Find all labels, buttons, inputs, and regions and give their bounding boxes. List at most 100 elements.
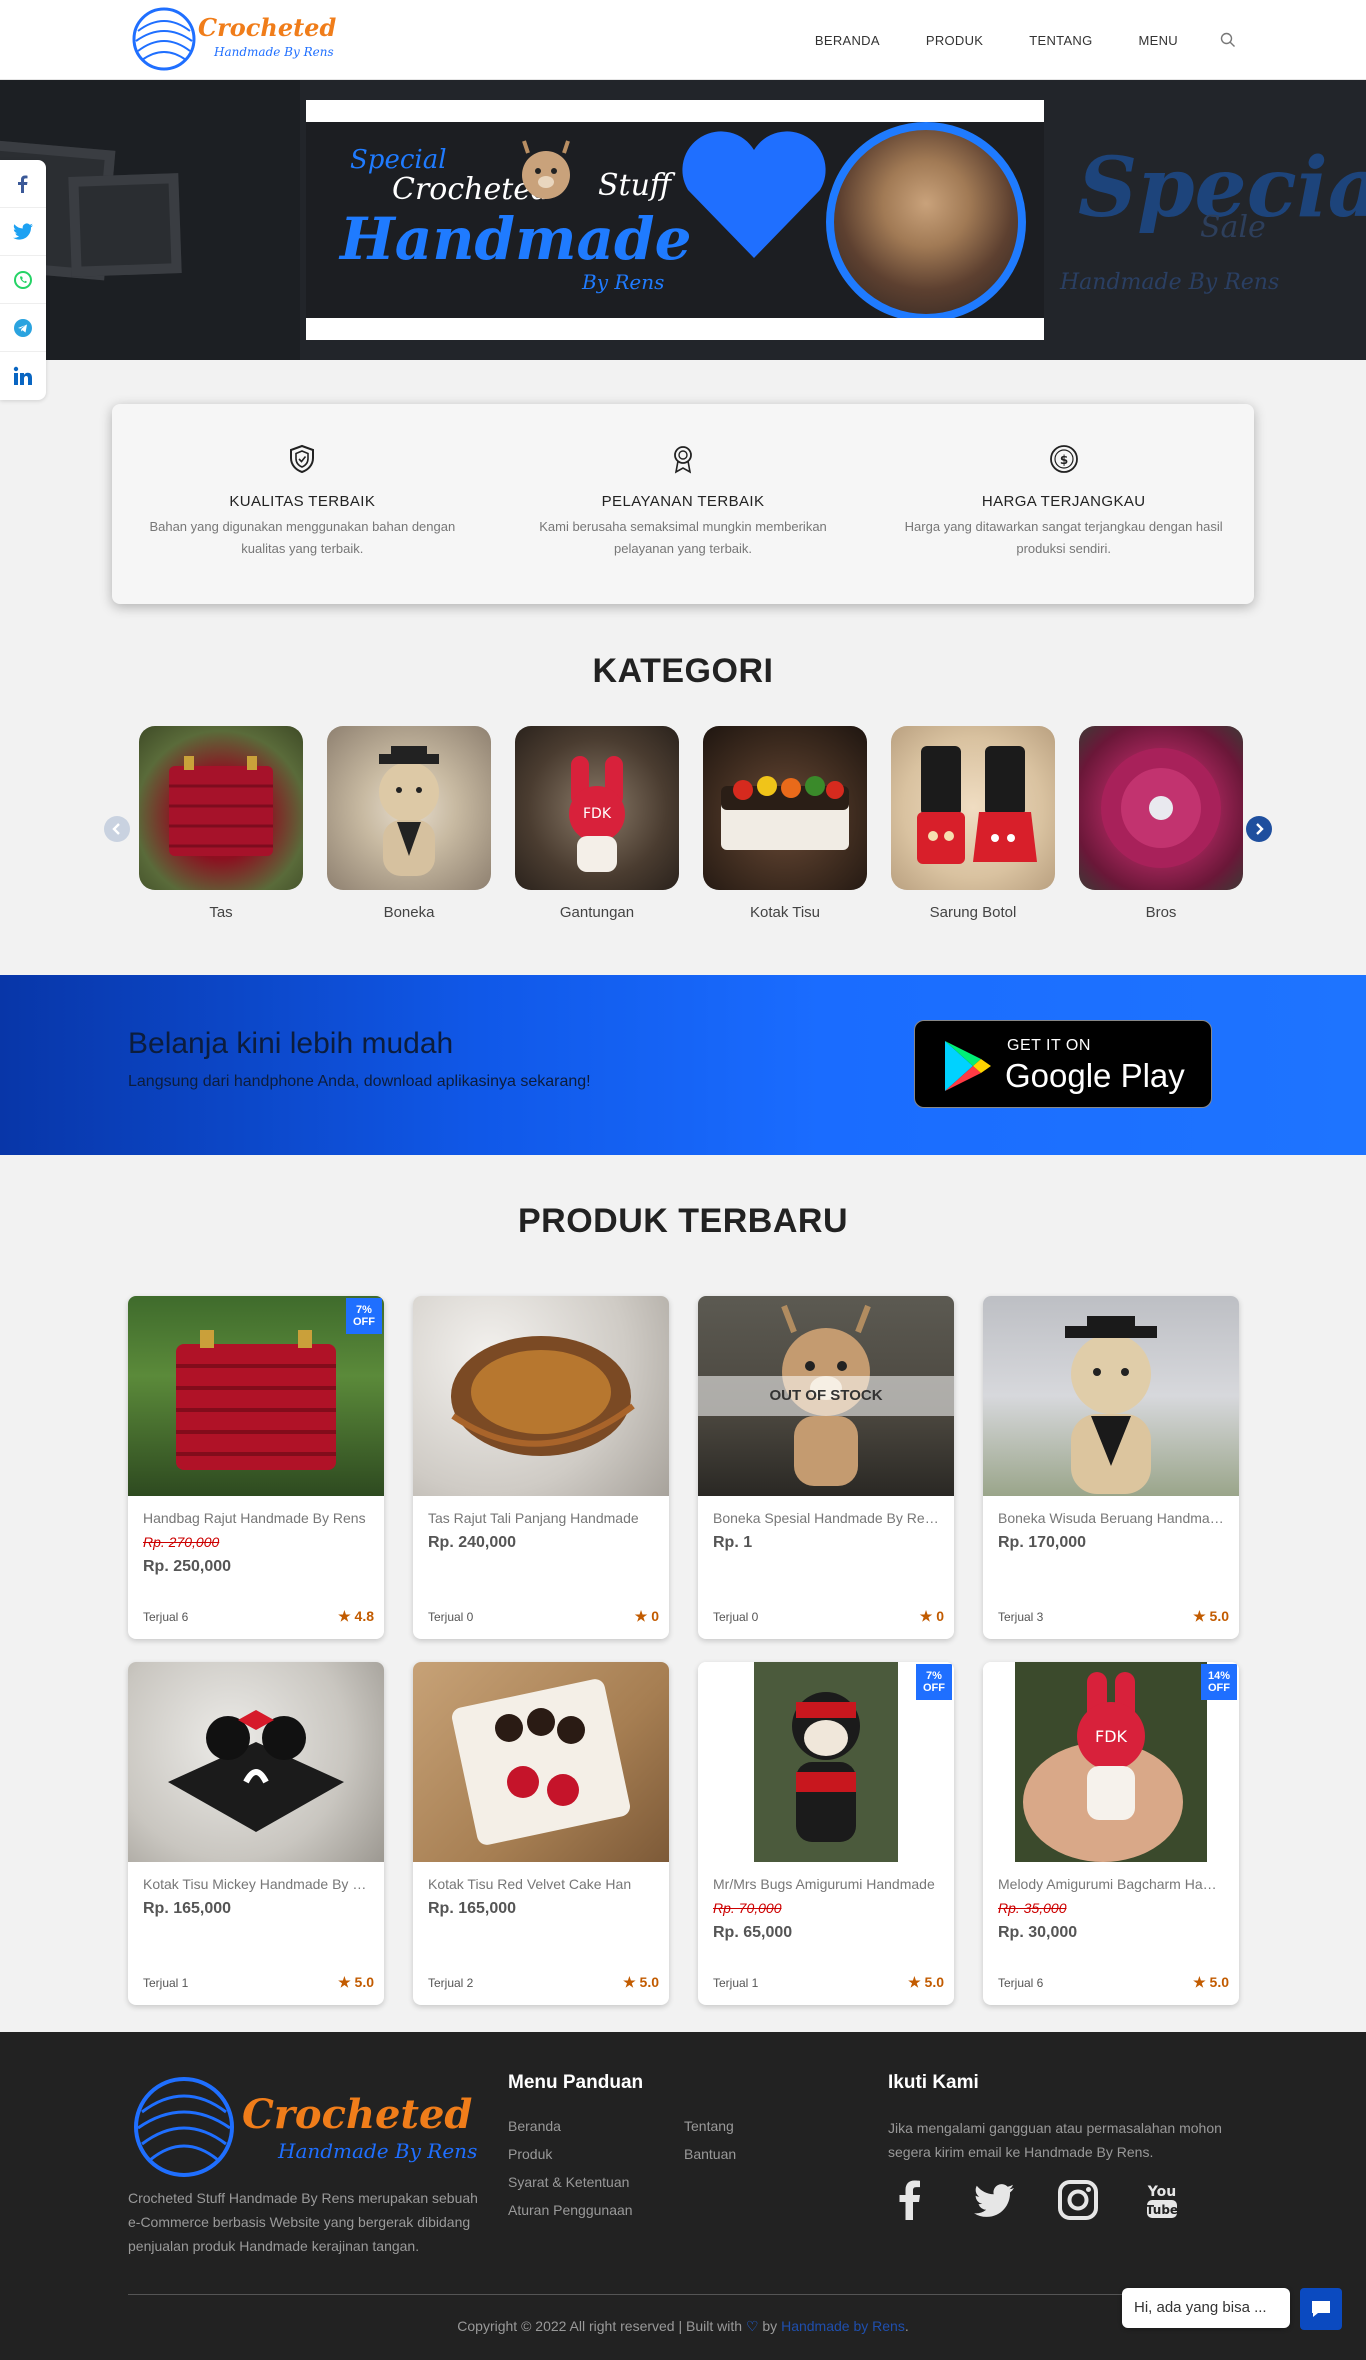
facebook-icon[interactable] — [0, 160, 46, 208]
product-price: Rp. 30,000 — [998, 1924, 1078, 1941]
carousel-prev-button[interactable] — [104, 816, 130, 842]
banner-special-text: Special — [350, 145, 447, 175]
footer-link-aturan[interactable]: Aturan Penggunaan — [508, 2202, 633, 2218]
feature-desc: Harga yang ditawarkan sangat terjangkau … — [904, 519, 1223, 556]
footer-link-syarat[interactable]: Syarat & Ketentuan — [508, 2174, 633, 2190]
product-image: OUT OF STOCK — [698, 1296, 954, 1496]
whatsapp-icon[interactable] — [0, 256, 46, 304]
footer-logo[interactable]: Crocheted Stuff Handmade By Rens — [128, 2072, 480, 2182]
star-icon: ★ — [1193, 1974, 1210, 1990]
svg-text:Handmade By Rens: Handmade By Rens — [277, 2139, 477, 2163]
linkedin-icon[interactable] — [0, 352, 46, 400]
product-card[interactable]: OUT OF STOCK Boneka Spesial Handmade By … — [698, 1296, 954, 1639]
twitter-icon[interactable] — [972, 2178, 1016, 2222]
product-card[interactable]: FDK 14% OFF Melody Amigurumi Bagcharm Han… — [983, 1662, 1239, 2005]
kategori-item-sarung-botol[interactable]: Sarung Botol — [891, 726, 1055, 936]
footer-link-produk[interactable]: Produk — [508, 2146, 633, 2162]
nav-tentang[interactable]: TENTANG — [1029, 33, 1092, 48]
copyright-by: by — [762, 2318, 778, 2334]
product-name: Boneka Spesial Handmade By Rens — [713, 1510, 939, 1526]
star-icon: ★ — [634, 1608, 652, 1624]
star-icon: ★ — [338, 1608, 355, 1624]
product-sold: Terjual 3 — [998, 1609, 1044, 1624]
star-icon: ★ — [908, 1974, 925, 1990]
product-footer: Terjual 6 ★ 5.0 — [998, 1974, 1229, 1991]
discount-badge: 7% OFF — [916, 1664, 952, 1700]
rating-value: 5.0 — [1209, 1974, 1229, 1990]
product-card[interactable]: Kotak Tisu Mickey Handmade By Rens Rp. 1… — [128, 1662, 384, 2005]
svg-text:You: You — [1147, 2184, 1176, 2200]
rating-value: 5.0 — [354, 1974, 374, 1990]
product-rating: ★ 5.0 — [338, 1974, 374, 1991]
kategori-item-gantungan[interactable]: FDK Gantungan — [515, 726, 679, 936]
kategori-image — [327, 726, 491, 890]
rating-value: 4.8 — [354, 1608, 374, 1624]
app-download-banner: Belanja kini lebih mudah Langsung dari h… — [0, 975, 1366, 1155]
instagram-icon[interactable] — [1056, 2178, 1100, 2222]
product-footer: Terjual 1 ★ 5.0 — [713, 1974, 944, 1991]
chat-button[interactable] — [1300, 2288, 1342, 2330]
product-footer: Terjual 0 ★ 0 — [428, 1608, 659, 1625]
kategori-item-bros[interactable]: Bros — [1079, 726, 1243, 936]
feature-desc: Bahan yang digunakan menggunakan bahan d… — [149, 519, 456, 556]
navbar: Crocheted Stuff Handmade By Rens BERANDA… — [0, 0, 1366, 80]
twitter-icon[interactable] — [0, 208, 46, 256]
footer-link-beranda[interactable]: Beranda — [508, 2118, 633, 2134]
youtube-icon[interactable]: You Tube — [1140, 2178, 1184, 2222]
main-nav: BERANDA PRODUK TENTANG MENU — [769, 0, 1236, 80]
product-card[interactable]: Kotak Tisu Red Velvet Cake Han Rp. 165,0… — [413, 1662, 669, 2005]
chat-greeting-bubble[interactable]: Hi, ada yang bisa ... — [1122, 2288, 1290, 2328]
product-card[interactable]: Tas Rajut Tali Panjang Handmade Rp. 240,… — [413, 1296, 669, 1639]
google-play-button[interactable]: GET IT ON Google Play — [914, 1020, 1212, 1108]
banner-handmade-text: Handmade — [340, 205, 692, 273]
product-card[interactable]: 7% OFF Handbag Rajut Handmade By Rens Rp.… — [128, 1296, 384, 1639]
rating-value: 0 — [651, 1608, 659, 1624]
footer-social-icons: You Tube — [888, 2178, 1224, 2222]
product-name: Mr/Mrs Bugs Amigurumi Handmade — [713, 1876, 935, 1892]
copyright-end: . — [904, 2318, 909, 2334]
brand-logo[interactable]: Crocheted Stuff Handmade By Rens — [128, 6, 338, 72]
feature-title: HARGA TERJANGKAU — [981, 493, 1146, 510]
product-card[interactable]: 7% OFF Mr/Mrs Bugs Amigurumi Handmade Rp.… — [698, 1662, 954, 2005]
kategori-item-boneka[interactable]: Boneka — [327, 726, 491, 936]
footer-link-bantuan[interactable]: Bantuan — [684, 2146, 736, 2162]
produk-title: PRODUK TERBARU — [518, 1202, 848, 1240]
feature-title: KUALITAS TERBAIK — [229, 493, 376, 510]
product-sold: Terjual 6 — [998, 1975, 1044, 1990]
deer-doll-icon — [522, 140, 570, 199]
svg-text:FDK: FDK — [583, 806, 612, 822]
rating-value: 5.0 — [1209, 1608, 1229, 1624]
discount-badge: 7% OFF — [346, 1298, 382, 1334]
footer-menu-title: Menu Panduan — [508, 2072, 644, 2093]
hero-banner[interactable]: Special Crocheted Stuff Handmade By Rens — [306, 100, 1044, 340]
kategori-label: Sarung Botol — [929, 904, 1017, 921]
product-image — [128, 1662, 384, 1862]
kategori-item-tas[interactable]: Tas — [139, 726, 303, 936]
nav-menu[interactable]: MENU — [1139, 33, 1178, 48]
cake-tissue-box-illustration — [721, 776, 849, 850]
nav-produk[interactable]: PRODUK — [926, 33, 983, 48]
product-sold: Terjual 0 — [428, 1609, 474, 1624]
kategori-item-kotak-tisu[interactable]: Kotak Tisu — [703, 726, 867, 936]
banner-stuff-text: Stuff — [598, 168, 672, 203]
copyright-link[interactable]: Handmade by Rens — [781, 2318, 905, 2334]
product-name: Boneka Wisuda Beruang Handmade — [998, 1510, 1224, 1526]
graduation-bear-photo — [1065, 1316, 1157, 1494]
long-strap-bag-photo — [451, 1336, 635, 1456]
heart-icon — [682, 131, 826, 258]
product-name: Tas Rajut Tali Panjang Handmade — [428, 1510, 639, 1526]
search-icon[interactable] — [1220, 32, 1236, 48]
product-image: 7% OFF — [128, 1296, 384, 1496]
nav-beranda[interactable]: BERANDA — [815, 33, 880, 48]
svg-text:FDK: FDK — [1095, 1727, 1128, 1746]
dollar-icon: $ — [1049, 445, 1078, 473]
product-card[interactable]: Boneka Wisuda Beruang Handmade Rp. 170,0… — [983, 1296, 1239, 1639]
product-price: Rp. 250,000 — [143, 1558, 232, 1575]
facebook-icon[interactable] — [888, 2178, 932, 2222]
footer-link-tentang[interactable]: Tentang — [684, 2118, 736, 2134]
scallop-border — [306, 100, 1044, 122]
carousel-next-button[interactable] — [1246, 816, 1272, 842]
hero-side-sub: Handmade By Rens — [1060, 270, 1280, 295]
telegram-icon[interactable] — [0, 304, 46, 352]
kategori-label: Boneka — [383, 904, 435, 921]
